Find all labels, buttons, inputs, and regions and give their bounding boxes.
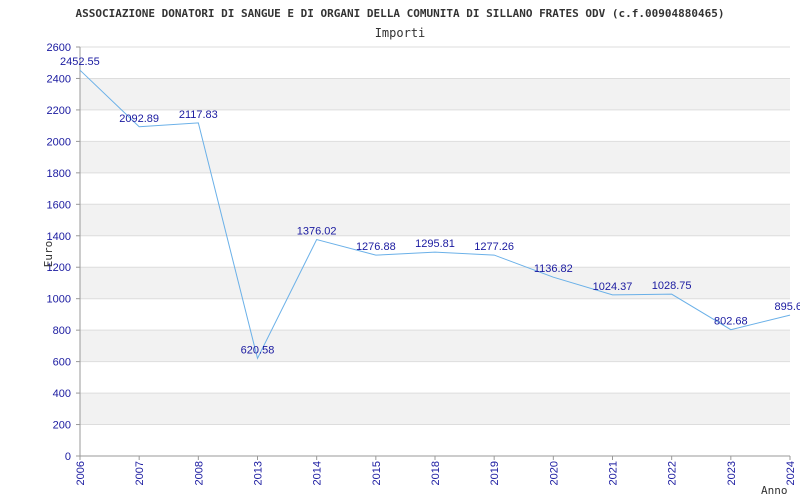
- x-tick-label: 2022: [667, 461, 679, 485]
- x-tick-label: 2020: [548, 461, 560, 485]
- grid-band: [80, 204, 790, 236]
- y-tick-label: 1000: [47, 294, 71, 306]
- data-label: 1276.88: [356, 241, 396, 253]
- x-axis-label: Anno: [761, 484, 788, 497]
- grid-band: [80, 141, 790, 173]
- y-tick-label: 2600: [47, 42, 71, 54]
- y-tick-label: 600: [53, 357, 71, 369]
- x-tick-label: 2007: [134, 461, 146, 485]
- grid-bands: [80, 78, 790, 425]
- data-label: 1136.82: [534, 263, 573, 275]
- data-label: 802.68: [714, 316, 748, 328]
- y-tick-label: 2400: [47, 73, 71, 85]
- chart: ASSOCIAZIONE DONATORI DI SANGUE E DI ORG…: [42, 7, 800, 497]
- data-label: 1277.26: [474, 241, 514, 253]
- x-tick-label: 2023: [726, 461, 738, 485]
- data-label: 1028.75: [652, 280, 692, 292]
- data-label: 620.58: [241, 344, 275, 356]
- x-tick-label: 2006: [75, 461, 87, 485]
- y-tick-label: 2200: [47, 105, 71, 117]
- data-label: 2117.83: [179, 109, 218, 121]
- y-tick-label: 400: [53, 388, 71, 400]
- x-tick-label: 2015: [371, 461, 383, 485]
- data-label: 1295.81: [415, 238, 455, 250]
- y-tick-label: 1800: [47, 168, 71, 180]
- chart-title: ASSOCIAZIONE DONATORI DI SANGUE E DI ORG…: [75, 7, 724, 20]
- y-tick-label: 1600: [47, 199, 71, 211]
- y-tick-label: 0: [65, 451, 71, 463]
- data-label: 2092.89: [119, 113, 159, 125]
- data-label: 2452.55: [60, 56, 100, 68]
- x-tick-labels: 2006 2007 2008 2013 2014 2015 2018 2019 2020 2021…: [75, 461, 797, 485]
- y-tick-label: 2000: [47, 136, 71, 148]
- data-label: 1024.37: [593, 281, 633, 293]
- data-label: 1376.02: [297, 226, 337, 238]
- grid-band: [80, 393, 790, 425]
- x-tick-label: 2018: [430, 461, 442, 485]
- x-tick-label: 2014: [312, 461, 324, 485]
- data-label: 895.6: [774, 301, 800, 313]
- y-tick-label: 800: [53, 325, 71, 337]
- grid-band: [80, 330, 790, 362]
- x-tick-label: 2013: [253, 461, 265, 485]
- y-axis-label: Euro: [42, 241, 55, 268]
- grid-band: [80, 78, 790, 110]
- y-tick-label: 200: [53, 420, 71, 432]
- x-tick-label: 2021: [608, 461, 620, 485]
- x-tick-label: 2008: [193, 461, 205, 485]
- x-tick-label: 2024: [785, 461, 797, 485]
- x-tick-label: 2019: [489, 461, 501, 485]
- chart-subtitle: Importi: [375, 26, 426, 40]
